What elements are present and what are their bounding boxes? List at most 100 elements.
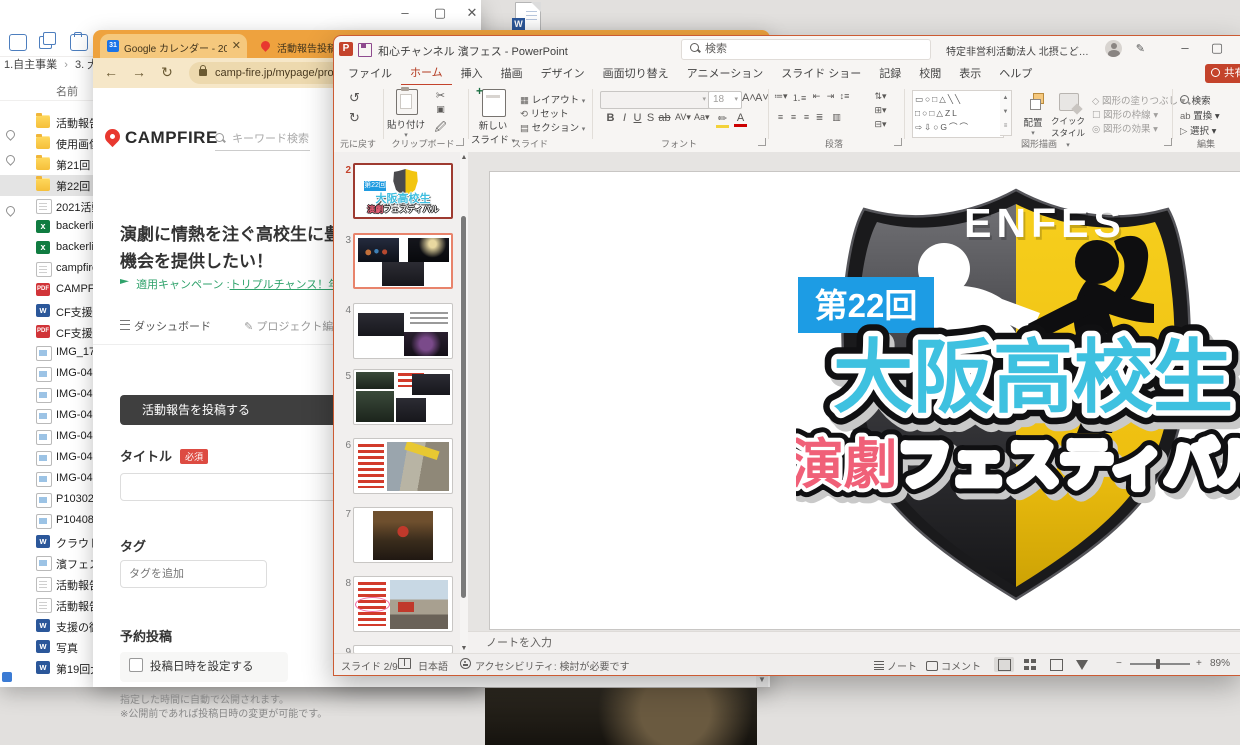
- reading-view-button[interactable]: [1046, 657, 1066, 672]
- notes-toggle[interactable]: ノート: [874, 658, 917, 673]
- strikethrough-button[interactable]: ab: [658, 112, 671, 124]
- menu-slideshow[interactable]: スライド ショー: [772, 63, 870, 85]
- menu-review[interactable]: 校閲: [910, 63, 950, 85]
- cut-icon[interactable]: ✂: [434, 89, 447, 102]
- scrollbar-thumb[interactable]: [461, 216, 466, 598]
- slide-canvas[interactable]: ENFES ENFES 第22回 大阪高校生 大阪高校生 大阪高校生 大阪高校生…: [468, 152, 1240, 631]
- highlight-color-button[interactable]: ✏: [716, 112, 729, 128]
- menu-draw[interactable]: 描画: [492, 63, 532, 85]
- slide-thumbnail-5[interactable]: [353, 369, 453, 425]
- shape-outline-button[interactable]: ☐ 図形の枠線 ▾: [1092, 107, 1158, 121]
- forward-button[interactable]: →: [129, 64, 149, 80]
- enfes-logo[interactable]: ENFES ENFES 第22回 大阪高校生 大阪高校生 大阪高校生 大阪高校生…: [796, 183, 1240, 608]
- font-name-combo[interactable]: ▾: [600, 91, 710, 109]
- increase-indent-button[interactable]: ⇥: [824, 91, 837, 102]
- zoom-out-button[interactable]: −: [1116, 658, 1122, 669]
- menu-help[interactable]: ヘルプ: [990, 63, 1041, 85]
- replace-button[interactable]: ab 置換 ▾: [1180, 108, 1220, 122]
- change-case-button[interactable]: Aa▾: [694, 112, 707, 123]
- reset-button[interactable]: ⟲ リセット: [520, 106, 569, 120]
- ppt-search-box[interactable]: 検索: [681, 39, 931, 60]
- grow-font-button[interactable]: A˄: [742, 92, 755, 104]
- arrange-button[interactable]: 配置▾: [1018, 91, 1048, 137]
- checkbox[interactable]: [129, 658, 143, 672]
- numbering-button[interactable]: ⒈≡: [792, 91, 805, 104]
- dialog-launcher[interactable]: [456, 138, 464, 146]
- zoom-slider[interactable]: [1130, 663, 1190, 665]
- slide-thumbnail-2-selected[interactable]: 第22回 大阪高校生 演劇フェスティバル: [353, 163, 453, 219]
- align-left-button[interactable]: ≡: [774, 112, 787, 122]
- new-item-icon[interactable]: [9, 34, 27, 51]
- text-direction-button[interactable]: ⇅▾: [874, 91, 887, 102]
- dialog-launcher[interactable]: [758, 138, 766, 146]
- menu-transitions[interactable]: 画面切り替え: [594, 63, 678, 85]
- layout-button[interactable]: ▦ レイアウト ▾: [520, 92, 585, 106]
- smartart-button[interactable]: ⊟▾: [874, 119, 887, 130]
- slide-thumbnail-7[interactable]: [353, 507, 453, 563]
- shape-gallery-scroll[interactable]: ▲▼≡: [1000, 90, 1012, 136]
- menu-view[interactable]: 表示: [950, 63, 990, 85]
- slide-thumbnail-8[interactable]: [353, 576, 453, 632]
- accessibility-status[interactable]: アクセシビリティ: 検討が必要です: [475, 658, 629, 673]
- share-button[interactable]: 共有: [1205, 64, 1240, 83]
- normal-view-button[interactable]: [994, 657, 1014, 672]
- schedule-checkbox-row[interactable]: 投稿日時を設定する: [120, 652, 288, 682]
- align-text-button[interactable]: ⊞▾: [874, 105, 887, 116]
- font-size-combo[interactable]: 18▾: [708, 91, 742, 109]
- italic-button[interactable]: I: [618, 112, 631, 124]
- tab-project-edit[interactable]: ✎ プロジェクト編集: [244, 321, 344, 333]
- back-button[interactable]: ←: [101, 64, 121, 80]
- copy-icon[interactable]: ▣: [434, 104, 447, 115]
- display-settings-icon[interactable]: [398, 658, 411, 671]
- align-center-button[interactable]: ≡: [787, 112, 800, 122]
- slideshow-button[interactable]: [1072, 657, 1092, 672]
- select-button[interactable]: ▷ 選択 ▾: [1180, 123, 1216, 137]
- format-painter-icon[interactable]: 🖉: [434, 119, 447, 138]
- language-indicator[interactable]: 日本語: [418, 658, 448, 673]
- section-button[interactable]: ▤ セクション ▾: [520, 120, 585, 134]
- dialog-launcher[interactable]: [894, 138, 902, 146]
- tag-input[interactable]: [120, 560, 267, 588]
- tab-dashboard[interactable]: ダッシュボード: [120, 321, 211, 333]
- decrease-indent-button[interactable]: ⇤: [810, 91, 823, 102]
- find-button[interactable]: 検索: [1180, 93, 1211, 107]
- slide-thumbnail-6[interactable]: [353, 438, 453, 494]
- maximize-button[interactable]: ▢: [427, 5, 453, 21]
- dialog-launcher[interactable]: [1164, 138, 1172, 146]
- close-button[interactable]: ✕: [459, 5, 485, 21]
- undo-button[interactable]: ↺: [348, 90, 361, 106]
- browser-tab-calendar[interactable]: 31 Google カレンダー - 2023年 1月 8 ✕: [100, 34, 247, 58]
- slide-thumbnail-4[interactable]: [353, 303, 453, 359]
- ink-pen-icon[interactable]: ✎: [1136, 42, 1145, 55]
- maximize-button[interactable]: ▢: [1204, 40, 1230, 56]
- notes-input-area[interactable]: ノートを入力: [468, 631, 1240, 655]
- tab-close-icon[interactable]: ✕: [232, 39, 241, 52]
- copy-icon[interactable]: [39, 34, 55, 49]
- reload-button[interactable]: ↻: [157, 64, 177, 81]
- comments-toggle[interactable]: コメント: [926, 658, 981, 673]
- line-spacing-button[interactable]: ↕≡: [838, 91, 851, 101]
- shape-effects-button[interactable]: ◎ 図形の効果 ▾: [1092, 121, 1158, 135]
- font-color-button[interactable]: A: [734, 112, 747, 127]
- shrink-font-button[interactable]: A˅: [755, 92, 768, 104]
- redo-button[interactable]: ↻: [348, 110, 361, 126]
- justify-button[interactable]: ≣: [813, 112, 826, 123]
- desktop-word-file-icon[interactable]: W: [515, 2, 541, 33]
- zoom-in-button[interactable]: +: [1196, 658, 1202, 669]
- paste-icon[interactable]: [70, 34, 88, 51]
- shadow-button[interactable]: S: [644, 112, 657, 124]
- slide-sorter-view-button[interactable]: [1020, 657, 1040, 672]
- align-right-button[interactable]: ≡: [800, 112, 813, 122]
- keyword-search-input[interactable]: キーワード検索: [215, 130, 310, 151]
- zoom-level[interactable]: 89%: [1210, 658, 1230, 669]
- menu-file[interactable]: ファイル: [339, 63, 401, 85]
- char-spacing-button[interactable]: AV▾: [675, 112, 688, 123]
- menu-insert[interactable]: 挿入: [452, 63, 492, 85]
- zoom-slider-thumb[interactable]: [1156, 659, 1160, 669]
- slide-thumbnail-3[interactable]: [353, 233, 453, 289]
- slide-2[interactable]: ENFES ENFES 第22回 大阪高校生 大阪高校生 大阪高校生 大阪高校生…: [489, 171, 1240, 630]
- account-name[interactable]: 特定非営利活動法人 北摂こども文化協会: [946, 43, 1098, 58]
- menu-animations[interactable]: アニメーション: [678, 63, 773, 85]
- minimize-button[interactable]: –: [392, 5, 418, 20]
- bullets-button[interactable]: ≔▾: [774, 91, 787, 102]
